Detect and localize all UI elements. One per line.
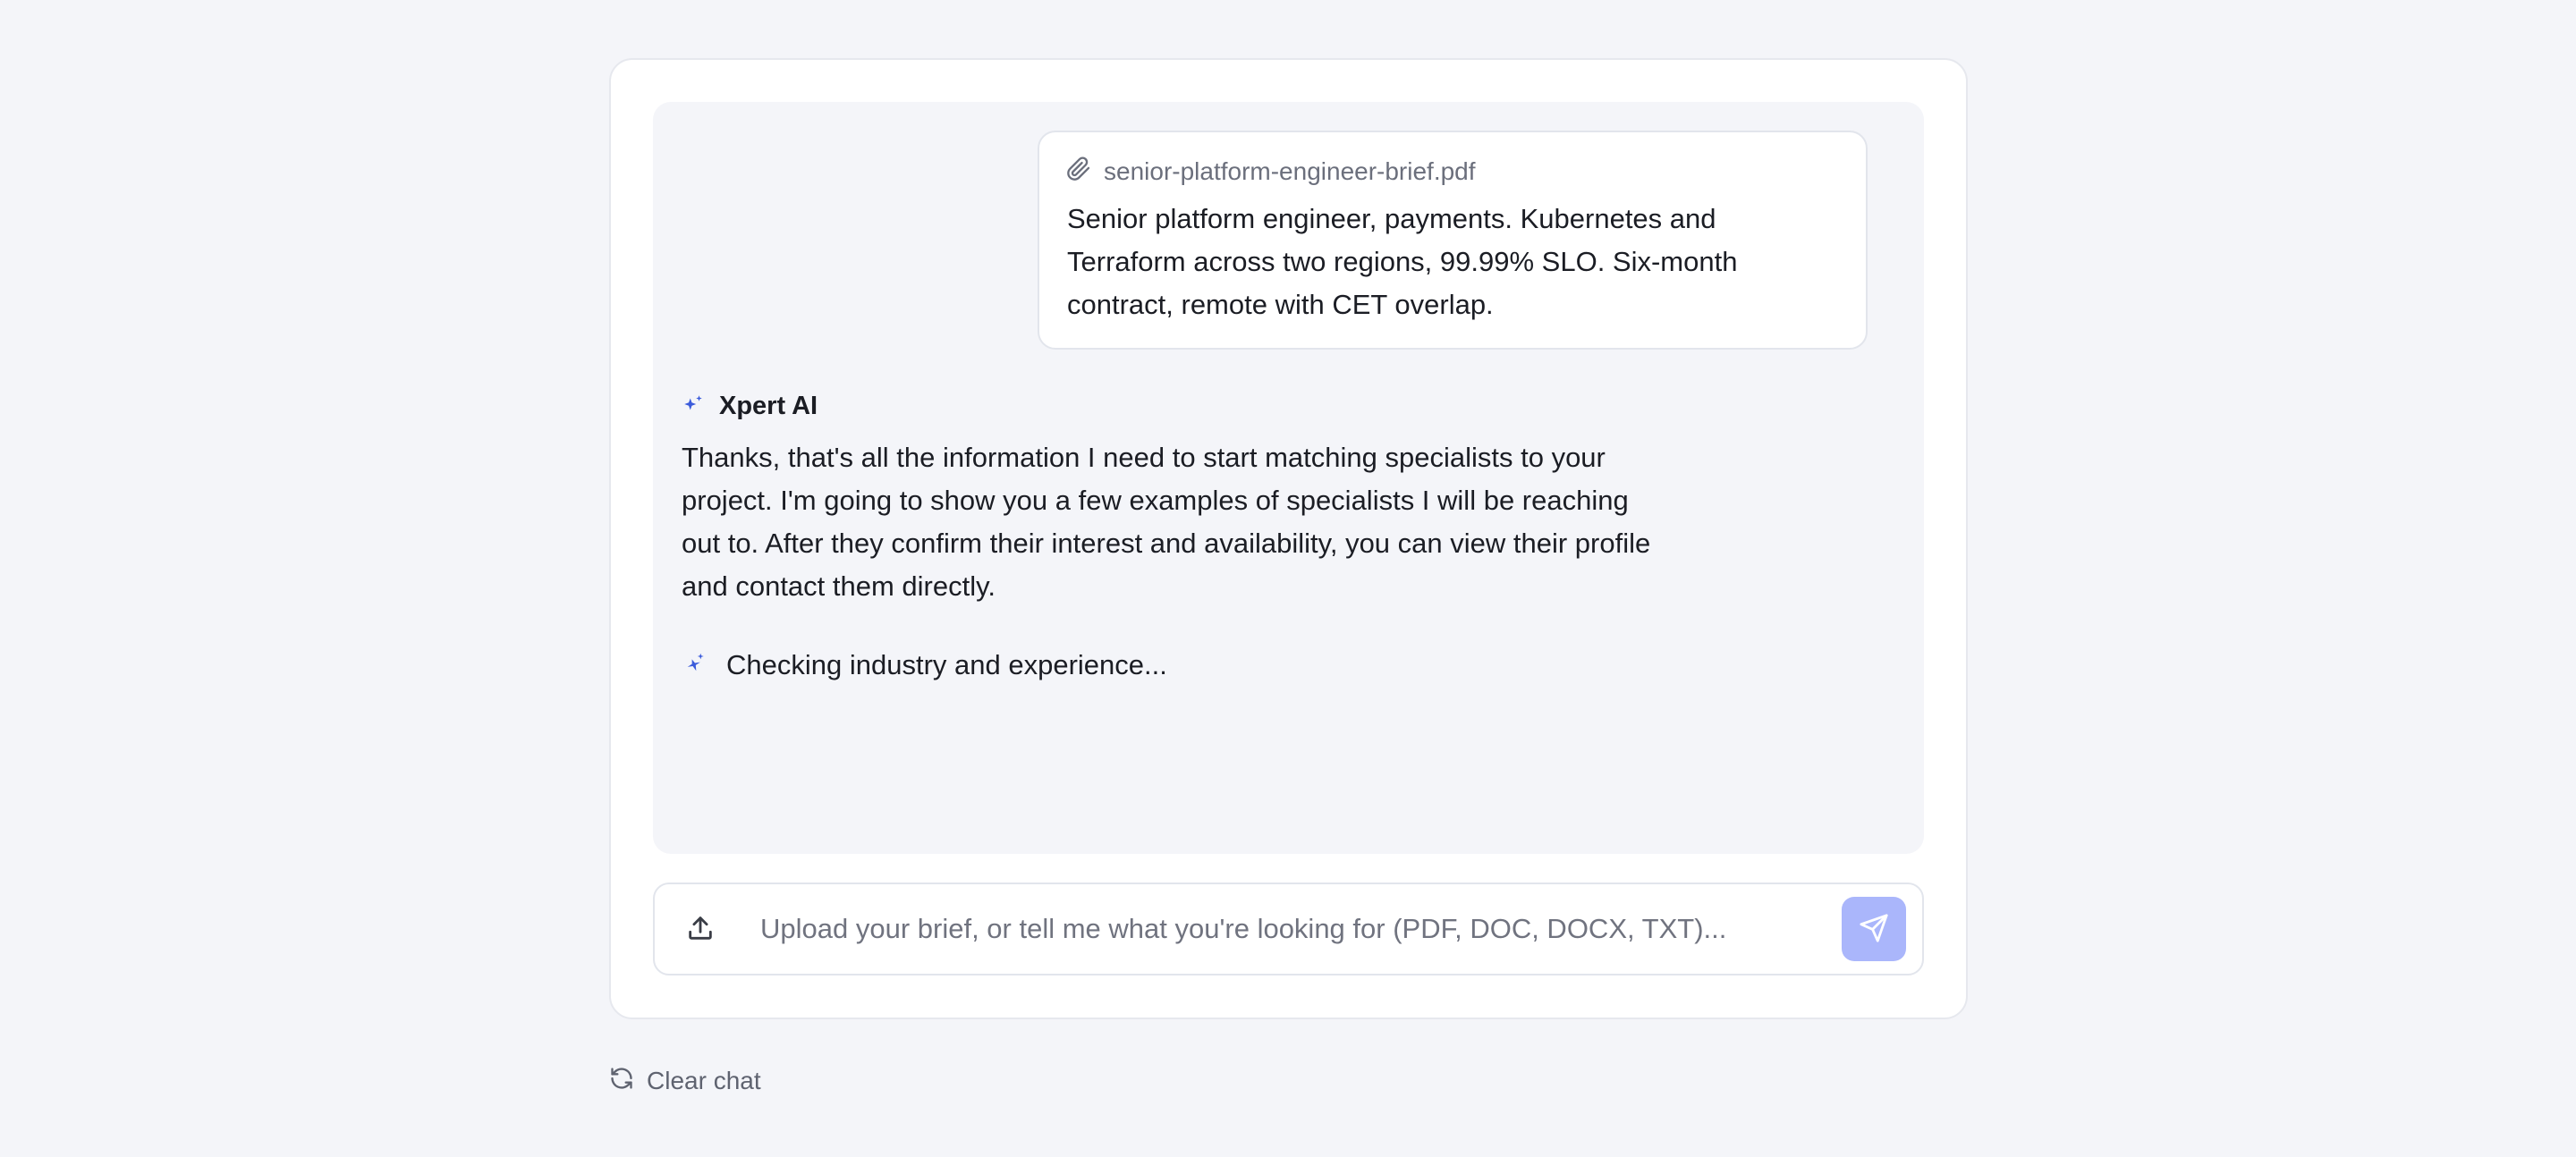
assistant-status: Checking industry and experience... — [682, 646, 1167, 685]
loading-sparkle-icon — [682, 650, 708, 681]
sparkle-icon — [682, 393, 705, 420]
assistant-header: Xpert AI — [682, 388, 818, 424]
assistant-name: Xpert AI — [719, 391, 818, 420]
attachment-chip[interactable]: senior-platform-engineer-brief.pdf — [1066, 154, 1476, 190]
assistant-message-text: Thanks, that's all the information I nee… — [682, 442, 1651, 602]
attachment-filename: senior-platform-engineer-brief.pdf — [1104, 157, 1476, 185]
send-button[interactable] — [1842, 897, 1906, 961]
clear-chat-label: Clear chat — [647, 1067, 761, 1094]
send-icon — [1859, 913, 1889, 946]
user-message-text: Senior platform engineer, payments. Kube… — [1067, 203, 1738, 320]
paperclip-icon — [1066, 156, 1091, 188]
upload-icon — [685, 913, 716, 948]
upload-button[interactable] — [675, 905, 725, 955]
refresh-icon — [609, 1066, 634, 1097]
message-input[interactable] — [760, 903, 1825, 955]
status-text: Checking industry and experience... — [726, 649, 1167, 680]
clear-chat-button[interactable]: Clear chat — [609, 1063, 761, 1099]
